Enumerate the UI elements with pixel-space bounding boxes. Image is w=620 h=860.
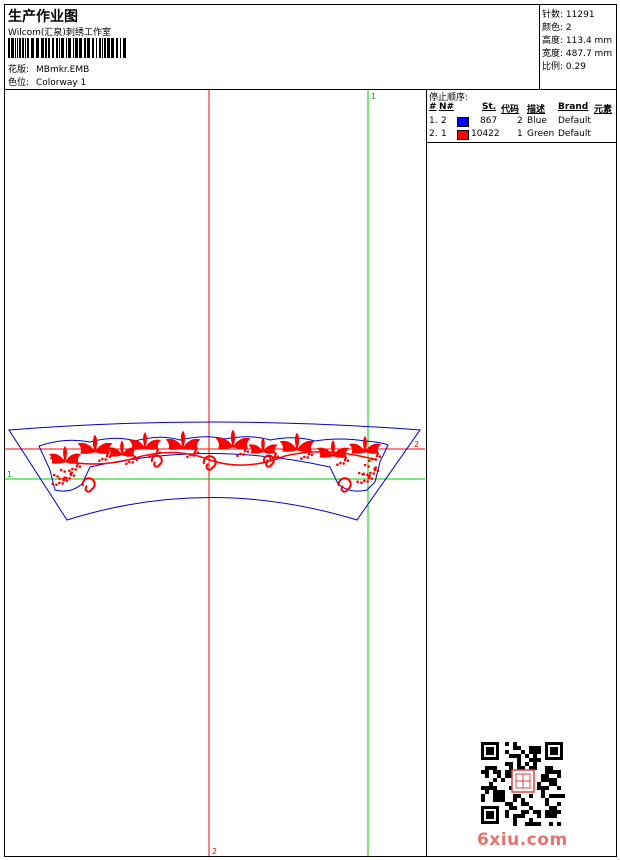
design-view: 1 1 2 2 [5, 90, 425, 856]
v-green-guide-label: 1 [371, 92, 376, 101]
row-brand: Default [558, 116, 591, 126]
col-index: # [429, 102, 437, 112]
design-file-line: 花版: MBmkr.EMB [8, 62, 89, 75]
col-element: 元素 [594, 105, 613, 115]
colors-row: 颜色: 2 [542, 20, 572, 33]
stitches-row: 针数: 11291 [542, 7, 595, 20]
scale-value: 0.29 [565, 62, 586, 72]
row-needle: 1 [441, 129, 447, 139]
height-value: 113.4 mm [565, 36, 613, 46]
legend-row: 1. 2 867 2 Blue Default [427, 116, 617, 128]
h-green-guide-label: 1 [7, 470, 12, 479]
barcode [8, 38, 126, 58]
legend-row: 2. 1 10422 1 Green Default [427, 129, 617, 141]
row-index: 2. [429, 129, 438, 139]
stitches-value: 11291 [565, 10, 595, 20]
row-stitches: 867 [480, 116, 498, 126]
page-title: 生产作业图 [8, 9, 78, 25]
design-file-label: 花版: [8, 65, 30, 75]
qr-finder-bl [481, 806, 499, 824]
legend-header-row: # N# St. 代码 描述 Brand 元素 [427, 102, 617, 115]
qr-code [479, 740, 565, 826]
width-row: 宽度: 487.7 mm [542, 46, 612, 59]
qr-finder-tr [545, 742, 563, 760]
design-info-box: 针数: 11291 颜色: 2 高度: 113.4 mm 宽度: 487.7 m… [539, 5, 617, 89]
qr-finder-tl [481, 742, 499, 760]
width-label: 宽度: [542, 49, 564, 59]
row-stitches: 10422 [471, 129, 500, 139]
production-sheet: 生产作业图 Wilcom(汇泉)刺绣工作室 花版: MBmkr.EMB 色位: Co… [4, 4, 617, 857]
stop-sequence-panel: 停止顺序: # N# St. 代码 描述 Brand 元素 1. 2 867 2… [426, 90, 617, 856]
height-row: 高度: 113.4 mm [542, 33, 612, 46]
header: 生产作业图 Wilcom(汇泉)刺绣工作室 花版: MBmkr.EMB 色位: Co… [5, 5, 616, 90]
col-stitches: St. [482, 102, 497, 112]
row-code: 2 [517, 116, 523, 126]
design-file-value: MBmkr.EMB [36, 65, 90, 75]
row-index: 1. [429, 116, 438, 126]
h-red-guide-label: 2 [414, 440, 419, 449]
stitches-label: 针数: [542, 10, 564, 20]
col-brand: Brand [558, 102, 589, 112]
row-code: 1 [517, 129, 523, 139]
row-needle: 2 [441, 116, 447, 126]
watermark-logo: 6xiu.com [477, 830, 568, 850]
v-red-guide-label: 2 [212, 847, 217, 856]
row-desc: Blue [527, 116, 547, 126]
legend-divider [427, 142, 617, 143]
row-brand: Default [558, 129, 591, 139]
height-label: 高度: [542, 36, 564, 46]
width-value: 487.7 mm [565, 49, 613, 59]
scale-label: 比例: [542, 62, 564, 72]
col-desc: 描述 [527, 105, 546, 115]
scale-row: 比例: 0.29 [542, 59, 586, 72]
col-code: 代码 [501, 105, 520, 115]
main-area: 1 1 2 2 停止顺序: # N# St. 代码 描述 Brand 元素 1.… [5, 90, 617, 856]
col-needle: N# [439, 102, 455, 112]
colors-value: 2 [565, 23, 572, 33]
colors-label: 颜色: [542, 23, 564, 33]
colorway-label: 色位: [8, 78, 30, 88]
colorway-value: Colorway 1 [36, 78, 87, 88]
row-desc: Green [527, 129, 555, 139]
embroidery-design-canvas: 1 1 2 2 [5, 90, 425, 856]
colorway-line: 色位: Colorway 1 [8, 75, 86, 88]
company-name: Wilcom(汇泉)刺绣工作室 [8, 28, 111, 38]
